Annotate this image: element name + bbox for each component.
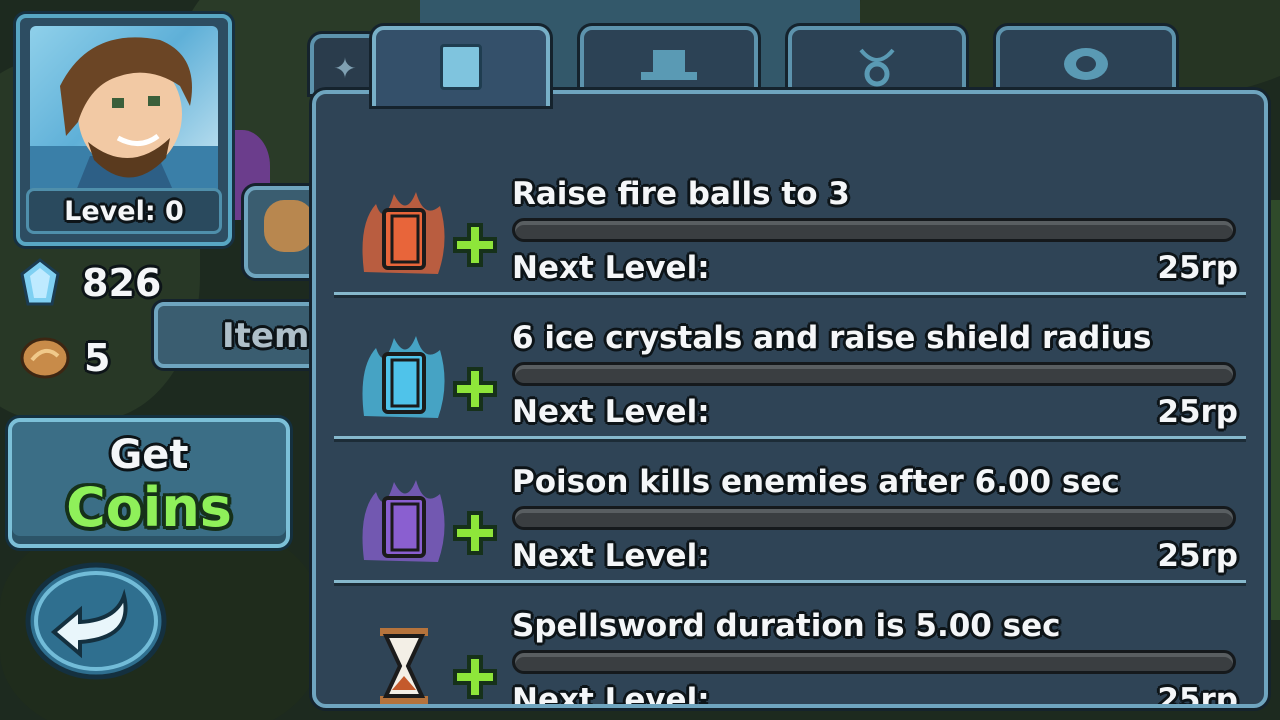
items-tab-label: Item	[222, 316, 310, 356]
gem-count: 826	[82, 261, 162, 305]
upgrade-row: Raise fire balls to 3 Next Level: 25rp	[334, 154, 1246, 298]
plus-icon	[453, 223, 497, 267]
upgrade-row: Poison kills enemies after 6.00 sec Next …	[334, 442, 1246, 586]
ring-icon	[1060, 44, 1112, 88]
upgrade-progress-bar	[512, 650, 1236, 674]
next-level-label: Next Level:	[512, 682, 710, 708]
hat-icon	[637, 44, 701, 88]
poison-spellbook-icon	[354, 472, 454, 572]
tab-ring[interactable]	[996, 26, 1176, 100]
avatar	[30, 26, 218, 198]
plus-icon	[453, 655, 497, 699]
upgrades-panel: Raise fire balls to 3 Next Level: 25rp 6 ic…	[312, 90, 1268, 708]
hourglass-icon	[354, 616, 454, 704]
upgrade-title: Raise fire balls to 3	[512, 176, 850, 212]
gem-counter: 826	[20, 258, 161, 308]
get-coins-button[interactable]: Get Coins	[8, 418, 290, 548]
row-divider	[334, 580, 1246, 583]
upgrade-progress-bar	[512, 506, 1236, 530]
upgrade-cost: 25rp	[1157, 394, 1238, 430]
ice-spellbook-icon	[354, 328, 454, 428]
get-coins-line2: Coins	[66, 476, 232, 539]
blue-gem-icon	[20, 258, 60, 308]
upgrade-row: 6 ice crystals and raise shield radius Ne…	[334, 298, 1246, 442]
next-level-label: Next Level:	[512, 538, 710, 574]
upgrade-title: Poison kills enemies after 6.00 sec	[512, 464, 1120, 500]
player-level: Level: 0	[26, 188, 222, 234]
tab-spellbook[interactable]	[372, 26, 550, 106]
tab-spells-back[interactable]: ✦	[310, 34, 380, 94]
plus-icon	[453, 367, 497, 411]
upgrade-progress-bar	[512, 362, 1236, 386]
amulet-icon	[855, 44, 899, 92]
items-tab[interactable]: Item	[154, 302, 334, 368]
next-level-label: Next Level:	[512, 250, 710, 286]
upgrade-cost: 25rp	[1157, 538, 1238, 574]
upgrade-title: 6 ice crystals and raise shield radius	[512, 320, 1152, 356]
upgrade-plus-button[interactable]	[452, 366, 498, 412]
get-coins-line1: Get	[109, 432, 189, 478]
coin-counter: 5	[20, 336, 110, 380]
upgrade-plus-button[interactable]	[452, 654, 498, 700]
tab-hat[interactable]	[580, 26, 758, 100]
next-level-label: Next Level:	[512, 394, 710, 430]
fire-spellbook-icon	[354, 184, 454, 284]
coin-icon	[20, 336, 70, 380]
back-arrow-icon	[25, 562, 167, 680]
upgrade-title: Spellsword duration is 5.00 sec	[512, 608, 1061, 644]
plus-icon	[453, 511, 497, 555]
wand-icon: ✦	[333, 52, 357, 85]
back-button[interactable]	[24, 560, 168, 682]
tab-amulet[interactable]	[788, 26, 966, 100]
upgrade-plus-button[interactable]	[452, 222, 498, 268]
row-divider	[334, 292, 1246, 295]
upgrade-progress-bar	[512, 218, 1236, 242]
coin-count: 5	[84, 336, 111, 380]
row-divider	[334, 436, 1246, 439]
book-icon	[440, 44, 482, 90]
upgrade-plus-button[interactable]	[452, 510, 498, 556]
upgrade-row: Spellsword duration is 5.00 sec Next Leve…	[334, 586, 1246, 708]
upgrade-cost: 25rp	[1157, 682, 1238, 708]
player-portrait[interactable]: Level: 0	[16, 14, 232, 246]
upgrade-cost: 25rp	[1157, 250, 1238, 286]
